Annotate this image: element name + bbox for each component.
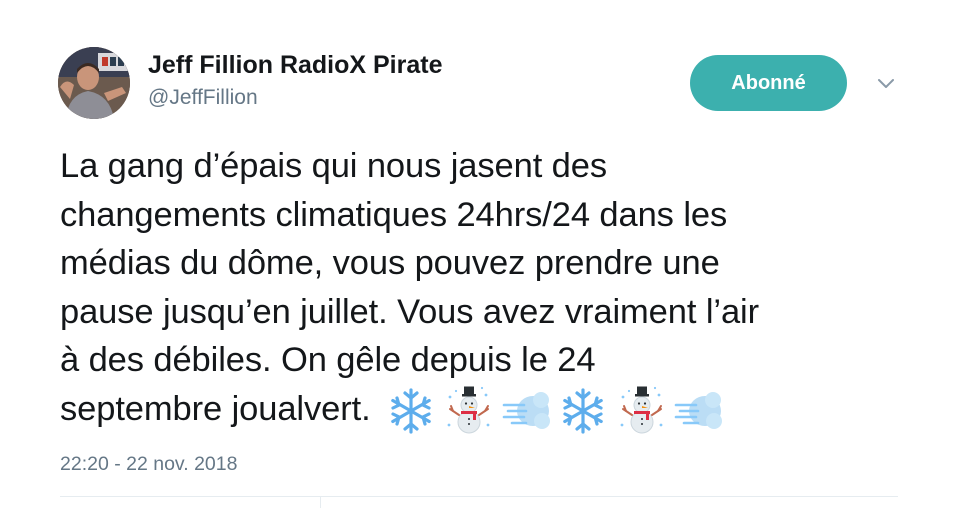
snowflake-emoji-icon <box>385 385 437 437</box>
wind-face-emoji-icon <box>672 385 724 437</box>
author-display-name[interactable]: Jeff Fillion RadioX Pirate <box>148 51 443 80</box>
divider-tick <box>320 497 321 508</box>
tweet-text-line: septembre joualvert. <box>60 389 371 428</box>
tweet-text-line: médias du dôme, vous pouvez prendre une <box>60 244 720 282</box>
snowflake-emoji-icon <box>557 385 609 437</box>
following-button[interactable]: Abonné <box>690 55 847 111</box>
tweet-card: Jeff Fillion RadioX Pirate @JeffFillion … <box>0 0 954 508</box>
avatar-photo-icon <box>58 47 130 119</box>
tweet-text-last-line: septembre joualvert. <box>60 385 910 437</box>
chevron-down-icon <box>878 79 894 88</box>
wind-face-emoji-icon <box>500 385 552 437</box>
following-button-label: Abonné <box>731 71 806 94</box>
snowman-emoji-icon <box>615 385 667 437</box>
tweet-timestamp[interactable]: 22:20 - 22 nov. 2018 <box>60 453 237 476</box>
snowman-emoji-icon <box>442 385 494 437</box>
tweet-menu-button[interactable] <box>872 70 900 98</box>
tweet-text-line: à des débiles. On gêle depuis le 24 <box>60 341 596 379</box>
avatar[interactable] <box>58 47 130 119</box>
tweet-text: La gang d’épais qui nous jasent des chan… <box>60 142 910 437</box>
tweet-text-line: La gang d’épais qui nous jasent des <box>60 147 608 185</box>
tweet-text-line: pause jusqu’en juillet. Vous avez vraime… <box>60 292 759 331</box>
author-handle[interactable]: @JeffFillion <box>148 86 258 110</box>
emoji-row <box>385 385 724 437</box>
tweet-text-line: changements climatiques 24hrs/24 dans le… <box>60 195 728 234</box>
divider <box>60 496 898 497</box>
